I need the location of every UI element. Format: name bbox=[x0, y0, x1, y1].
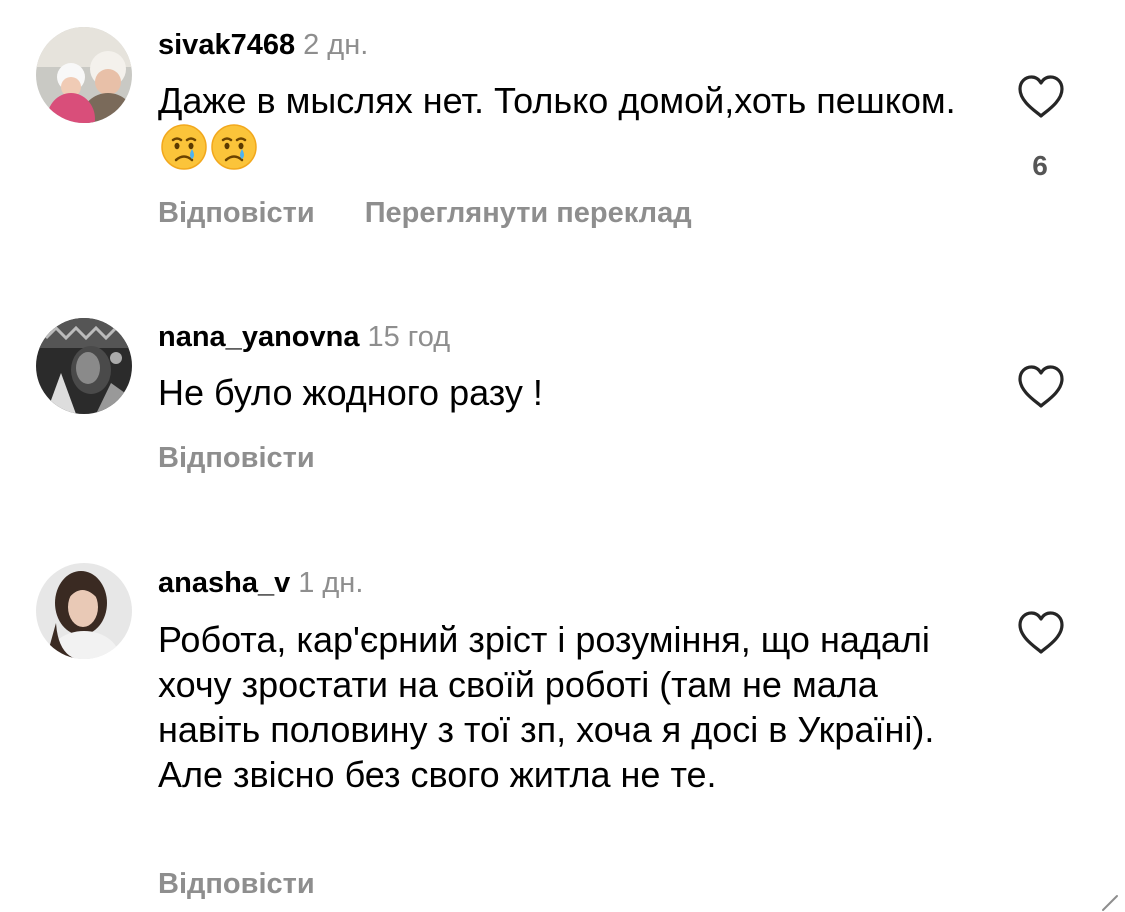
comment-actions: Відповісти bbox=[158, 867, 315, 901]
resize-handle-icon bbox=[1102, 895, 1118, 911]
heart-icon bbox=[1018, 611, 1064, 654]
reply-button[interactable]: Відповісти bbox=[158, 197, 315, 229]
username[interactable]: nana_yanovna bbox=[158, 321, 359, 353]
like-button[interactable] bbox=[1016, 74, 1066, 120]
reply-button[interactable]: Відповісти bbox=[158, 442, 315, 474]
crying-face-emoji bbox=[211, 124, 257, 170]
comment-meta: sivak7468 2 дн. bbox=[158, 28, 368, 62]
comment-text: Не було жодного разу ! bbox=[158, 370, 978, 415]
see-translation-button[interactable]: Переглянути переклад bbox=[365, 197, 692, 229]
avatar[interactable] bbox=[36, 27, 132, 123]
username[interactable]: anasha_v bbox=[158, 567, 290, 599]
comment-text-content: Робота, кар'єрний зріст і розуміння, що … bbox=[158, 619, 935, 795]
avatar[interactable] bbox=[36, 563, 132, 659]
timestamp: 15 год bbox=[367, 321, 451, 353]
comment-meta: anasha_v 1 дн. bbox=[158, 566, 363, 600]
heart-icon bbox=[1018, 365, 1064, 408]
comment-meta: nana_yanovna 15 год bbox=[158, 320, 450, 354]
comment-text-content: Не було жодного разу ! bbox=[158, 372, 543, 413]
comment-text-content: Даже в мыслях нет. Только домой,хоть пеш… bbox=[158, 80, 956, 121]
comment-text: Робота, кар'єрний зріст і розуміння, що … bbox=[158, 617, 958, 797]
timestamp: 2 дн. bbox=[303, 29, 369, 61]
crying-face-emoji bbox=[161, 124, 207, 170]
username[interactable]: sivak7468 bbox=[158, 29, 295, 61]
comment-actions: Відповісти Переглянути переклад bbox=[158, 196, 692, 230]
timestamp: 1 дн. bbox=[298, 567, 364, 599]
avatar[interactable] bbox=[36, 318, 132, 414]
like-button[interactable] bbox=[1016, 364, 1066, 410]
like-button[interactable] bbox=[1016, 610, 1066, 656]
comment-actions: Відповісти bbox=[158, 441, 315, 475]
reply-button[interactable]: Відповісти bbox=[158, 868, 315, 900]
comment-text: Даже в мыслях нет. Только домой,хоть пеш… bbox=[158, 78, 978, 171]
like-count: 6 bbox=[1032, 150, 1048, 181]
heart-icon bbox=[1018, 75, 1064, 118]
